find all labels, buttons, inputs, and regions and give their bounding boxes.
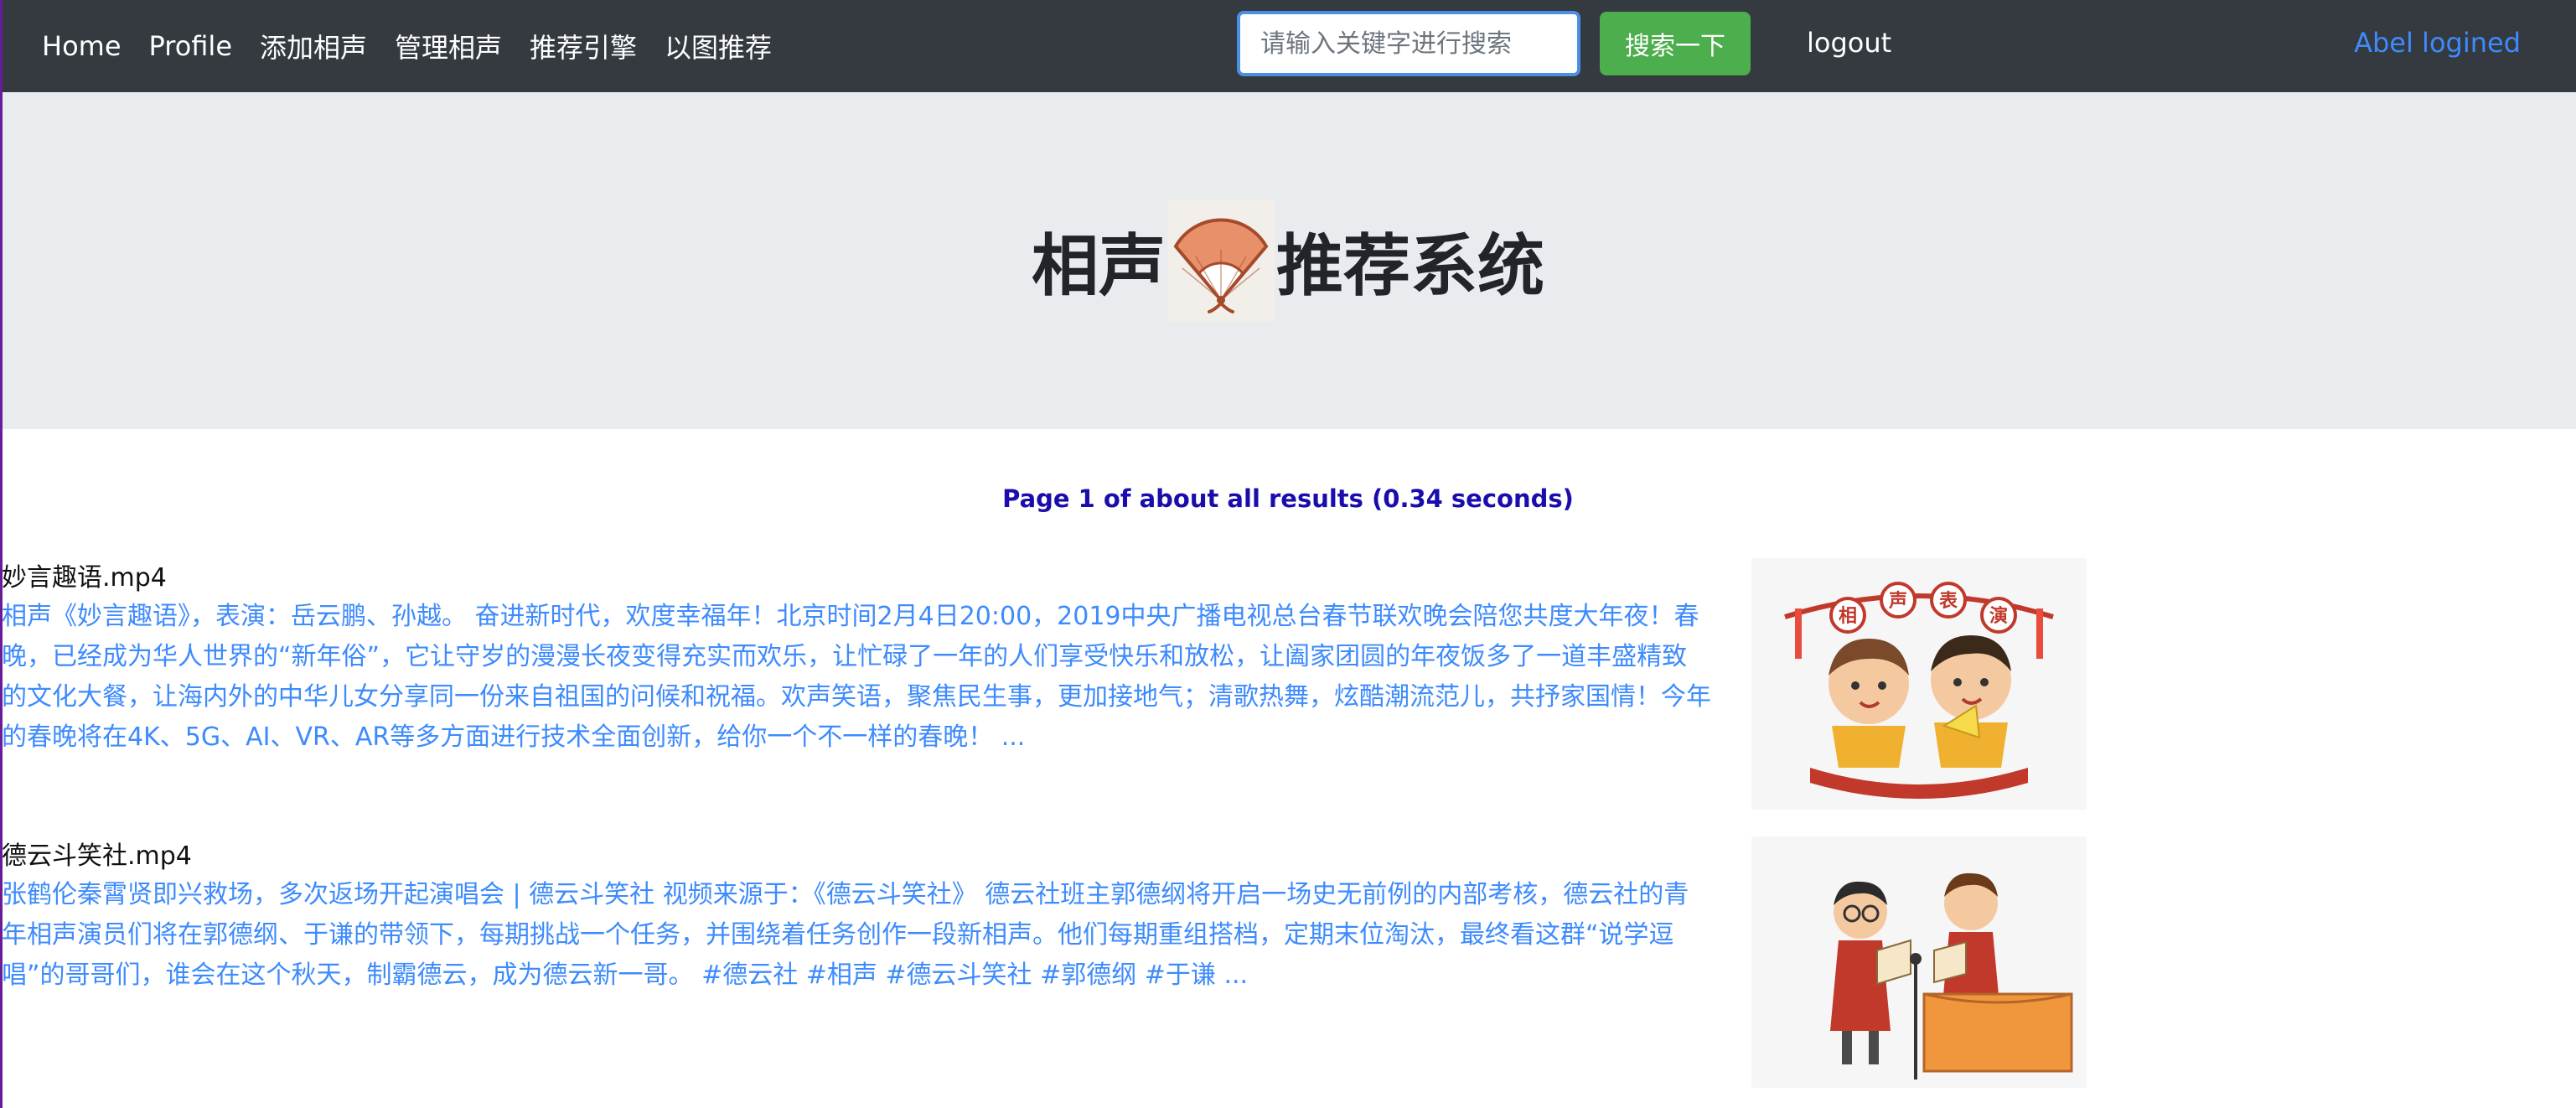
- result-title[interactable]: 德云斗笑社.mp4: [2, 838, 1711, 875]
- crosstalk-duo-illustration: 相 声 表 演: [1784, 582, 2054, 799]
- result-thumbnail[interactable]: [1751, 836, 2087, 1088]
- left-edge-rule: [0, 0, 3, 1108]
- search-button[interactable]: 搜索一下: [1600, 12, 1751, 75]
- search-input[interactable]: [1237, 11, 1580, 76]
- title-left: 相声: [1032, 227, 1166, 305]
- banner-char-2: 声: [1888, 591, 1907, 612]
- page-title: 相声 推荐系统: [0, 198, 2576, 324]
- result-description[interactable]: 张鹤伦秦霄贤即兴救场，多次返场开起演唱会 | 德云斗笑社 视频来源于：《德云斗笑…: [2, 875, 1711, 996]
- nav-links: Home Profile 添加相声 管理相声 推荐引擎 以图推荐: [42, 0, 799, 92]
- nav-recommend-engine[interactable]: 推荐引擎: [530, 27, 637, 65]
- results-summary: Page 1 of about all results (0.34 second…: [1002, 484, 1574, 513]
- result-description[interactable]: 相声《妙言趣语》，表演：岳云鹏、孙越。 奋进新时代，欢度幸福年！北京时间2月4日…: [2, 597, 1711, 758]
- logout-link[interactable]: logout: [1807, 27, 1891, 59]
- banner-char-3: 表: [1939, 591, 1958, 612]
- result-thumbnail[interactable]: 相 声 表 演: [1751, 558, 2087, 810]
- banner-seals: [1829, 582, 2017, 634]
- nav-manage-crosstalk[interactable]: 管理相声: [395, 27, 502, 65]
- nav-profile[interactable]: Profile: [149, 30, 233, 62]
- fan-icon: [1167, 199, 1275, 322]
- nav-home[interactable]: Home: [42, 30, 122, 62]
- hero-banner: 相声 推荐系统: [0, 92, 2576, 429]
- banner-char-1: 相: [1839, 606, 1857, 627]
- result-title[interactable]: 妙言趣语.mp4: [2, 560, 1711, 597]
- top-navbar: Home Profile 添加相声 管理相声 推荐引擎 以图推荐 搜索一下 lo…: [0, 0, 2576, 92]
- user-status-link[interactable]: Abel logined: [2354, 27, 2521, 59]
- banner-char-4: 演: [1989, 605, 2008, 627]
- nav-image-recommend[interactable]: 以图推荐: [665, 27, 772, 65]
- nav-add-crosstalk[interactable]: 添加相声: [260, 27, 367, 65]
- title-right: 推荐系统: [1276, 227, 1544, 305]
- crosstalk-stage-illustration: [1830, 872, 2073, 1080]
- result-item: 妙言趣语.mp4 相声《妙言趣语》，表演：岳云鹏、孙越。 奋进新时代，欢度幸福年…: [2, 560, 1711, 758]
- result-item: 德云斗笑社.mp4 张鹤伦秦霄贤即兴救场，多次返场开起演唱会 | 德云斗笑社 视…: [2, 838, 1711, 996]
